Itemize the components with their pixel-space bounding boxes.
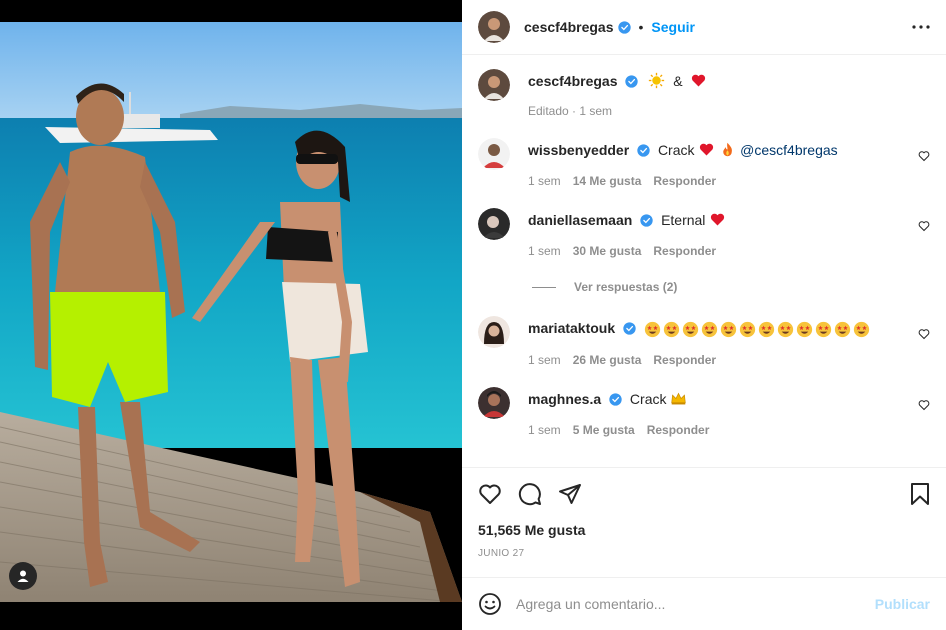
post-photo-illustration [0, 22, 462, 602]
comment-time[interactable]: 1 sem [528, 174, 561, 188]
star-struck-emoji-icon [853, 321, 870, 337]
view-replies-button[interactable]: Ver respuestas (2) [532, 280, 930, 294]
post-author-username[interactable]: cescf4bregas [524, 19, 614, 35]
comments-list: cescf4bregas & Editado · 1 sem wissbenye… [462, 55, 946, 467]
heart-icon [479, 484, 501, 504]
star-struck-emoji-icon [701, 321, 718, 337]
star-struck-emoji-icon [663, 321, 680, 337]
comment-text: Crack [629, 390, 667, 407]
caption-username[interactable]: cescf4bregas [528, 73, 618, 89]
heart-icon [918, 151, 930, 162]
verified-icon [640, 214, 653, 227]
likes-count[interactable]: 51,565 Me gusta [478, 522, 930, 538]
star-struck-emoji-icon [796, 321, 813, 337]
caption-ampersand: & [673, 73, 683, 89]
comment-likes[interactable]: 14 Me gusta [573, 174, 642, 188]
comment-button[interactable] [518, 482, 542, 506]
comment-likes[interactable]: 26 Me gusta [573, 353, 642, 367]
comment-username[interactable]: wissbenyedder [528, 142, 629, 158]
separator-dot: • [638, 19, 644, 35]
star-struck-emoji-icon [644, 321, 661, 337]
red-heart-emoji-icon [692, 74, 706, 87]
crown-emoji-icon [671, 392, 687, 405]
comment-input[interactable] [516, 596, 875, 612]
red-heart-emoji-icon [700, 143, 714, 156]
emoji-icon [479, 593, 501, 615]
star-struck-emoji-icon [777, 321, 794, 337]
comment-text: Eternal [661, 212, 706, 228]
emoji-picker-button[interactable] [478, 592, 502, 616]
star-struck-emoji-row [644, 321, 870, 338]
comment-composer: Publicar [462, 577, 946, 630]
star-struck-emoji-icon [815, 321, 832, 337]
comment-like-button[interactable] [918, 398, 930, 416]
user-tag-button[interactable] [9, 562, 37, 590]
avatar[interactable] [478, 11, 510, 43]
more-options-button[interactable] [912, 25, 930, 29]
avatar[interactable] [478, 386, 510, 419]
save-button[interactable] [910, 482, 930, 506]
fire-emoji-icon [723, 142, 733, 157]
star-struck-emoji-icon [720, 321, 737, 337]
comment-username[interactable]: daniellasemaan [528, 212, 632, 228]
avatar[interactable] [478, 138, 510, 170]
verified-icon [623, 322, 636, 335]
avatar[interactable] [478, 316, 510, 348]
comment-likes[interactable]: 5 Me gusta [573, 423, 635, 437]
comment-icon [518, 483, 541, 506]
star-struck-emoji-icon [739, 321, 756, 337]
comment-time[interactable]: 1 sem [528, 423, 561, 437]
comment-username[interactable]: mariataktouk [528, 320, 615, 336]
star-struck-emoji-icon [758, 321, 775, 337]
verified-icon [625, 75, 639, 88]
comment-row: wissbenyedder Crack @cescf4bregas 1 sem … [478, 138, 930, 188]
avatar[interactable] [478, 208, 510, 240]
view-replies-line [532, 286, 556, 288]
avatar[interactable] [478, 69, 510, 101]
view-replies-label: Ver respuestas (2) [574, 280, 678, 294]
heart-icon [918, 400, 930, 411]
comment-time[interactable]: 1 sem [528, 244, 561, 258]
comment-text: Crack [657, 142, 695, 158]
star-struck-emoji-icon [682, 321, 699, 337]
reply-button[interactable]: Responder [653, 174, 716, 188]
reply-button[interactable]: Responder [653, 244, 716, 258]
photo-panel [0, 0, 462, 630]
user-tag-icon [17, 570, 29, 582]
comment-mention-link[interactable]: @cescf4bregas [740, 142, 837, 158]
comment-like-button[interactable] [918, 219, 930, 237]
comment-time[interactable]: 1 sem [528, 353, 561, 367]
heart-icon [918, 221, 930, 232]
reply-button[interactable]: Responder [647, 423, 710, 437]
caption-row: cescf4bregas & Editado · 1 sem [478, 69, 930, 118]
share-button[interactable] [558, 482, 582, 506]
like-button[interactable] [478, 482, 502, 506]
post-date[interactable]: JUNIO 27 [478, 548, 930, 559]
comment-row: daniellasemaan Eternal 1 sem 30 Me gusta… [478, 208, 930, 258]
publish-button[interactable]: Publicar [875, 596, 930, 612]
red-heart-emoji-icon [711, 213, 725, 226]
follow-button[interactable]: Seguir [651, 19, 695, 35]
heart-icon [918, 329, 930, 340]
comment-like-button[interactable] [918, 327, 930, 345]
verified-icon [617, 20, 631, 34]
comment-row: mariataktouk 1 sem 26 Me gusta Responder [478, 316, 930, 367]
post-header: cescf4bregas • Seguir [462, 0, 946, 55]
comment-likes[interactable]: 30 Me gusta [573, 244, 642, 258]
star-struck-emoji-icon [834, 321, 851, 337]
post-photo[interactable] [0, 22, 462, 602]
verified-icon [609, 393, 622, 406]
sun-emoji-icon [649, 72, 665, 89]
share-icon [559, 484, 581, 504]
post-side-panel: cescf4bregas • Seguir cescf4bregas & Edi… [462, 0, 946, 630]
verified-icon [637, 144, 650, 157]
post-actions: 51,565 Me gusta JUNIO 27 [462, 467, 946, 577]
caption-meta: Editado · 1 sem [528, 104, 613, 118]
bookmark-icon [911, 483, 929, 505]
comment-row: maghnes.a Crack 1 sem 5 Me gusta Respond… [478, 386, 930, 437]
comment-like-button[interactable] [918, 149, 930, 167]
reply-button[interactable]: Responder [653, 353, 716, 367]
comment-username[interactable]: maghnes.a [528, 391, 601, 407]
more-options-icon [912, 25, 930, 29]
